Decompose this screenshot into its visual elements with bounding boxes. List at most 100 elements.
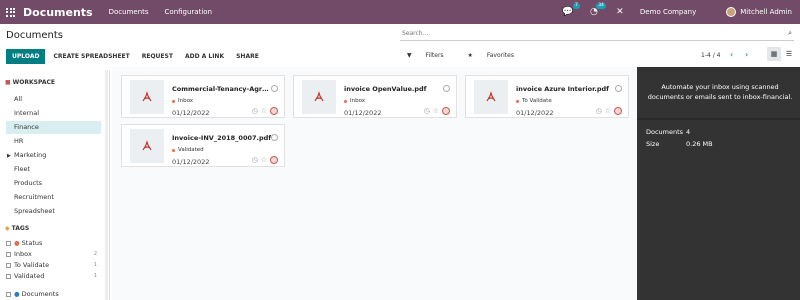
tag-item-to-validate[interactable]: To Validate 1 — [6, 260, 101, 271]
sidebar-scrollbar[interactable] — [105, 70, 108, 300]
select-radio[interactable] — [615, 85, 622, 92]
document-tag: Inbox — [172, 98, 193, 104]
workspace-header: ■ WORKSPACE — [5, 79, 55, 86]
owner-avatar[interactable] — [270, 156, 278, 164]
clock-icon[interactable]: ◷ — [252, 156, 258, 164]
star-icon: ★ — [467, 52, 473, 59]
pdf-icon — [314, 91, 324, 102]
tag-icon: ◆ — [5, 225, 10, 232]
documents-count-row: Documents 4 — [646, 128, 691, 136]
star-icon[interactable]: ☆ — [605, 107, 611, 115]
activity-icon[interactable]: ◔ 34 — [588, 3, 606, 18]
document-tag: Inbox — [344, 98, 365, 104]
search-bar: ⌕ — [400, 27, 794, 41]
star-icon[interactable]: ☆ — [433, 107, 439, 115]
debug-icon[interactable]: ✕ — [614, 6, 626, 18]
menu-configuration[interactable]: Configuration — [165, 8, 212, 16]
workspace-sidebar: ■ WORKSPACE All Internal Finance HR ▶ Mar… — [0, 70, 110, 300]
documents-checkbox[interactable] — [6, 292, 11, 297]
filter-icon: ▼ — [407, 52, 412, 59]
favorites-button[interactable]: ★ Favorites — [468, 52, 526, 59]
divider — [637, 118, 800, 120]
search-input[interactable] — [400, 30, 789, 37]
top-navbar: Documents Documents Configuration 💬 7 ◔ 34… — [0, 0, 800, 24]
dot-icon: ● — [14, 290, 20, 298]
pager-previous-icon[interactable]: ‹ — [730, 50, 733, 59]
clock-icon[interactable]: ◷ — [596, 107, 602, 115]
share-button[interactable]: SHARE — [236, 53, 259, 60]
app-menu-icon[interactable] — [6, 7, 16, 17]
status-checkbox[interactable] — [6, 241, 11, 246]
document-name: Invoice-INV_2018_0007.pdf — [172, 134, 272, 142]
document-thumbnail[interactable] — [302, 80, 336, 114]
size-row: Size 0.26 MB — [646, 140, 713, 148]
pager-value[interactable]: 1-4 / 4 — [701, 52, 720, 59]
document-name: Commercial-Tenancy-Agreem... — [172, 85, 272, 93]
document-name: invoice OpenValue.pdf — [344, 85, 427, 93]
document-name: invoice Azure Interior.pdf — [516, 85, 609, 93]
document-thumbnail[interactable] — [474, 80, 508, 114]
document-card[interactable]: Invoice-INV_2018_0007.pdf Validated 01/1… — [121, 124, 285, 167]
pdf-icon — [142, 91, 152, 102]
document-card[interactable]: invoice Azure Interior.pdf To Validate 0… — [465, 75, 629, 118]
tag-group-documents[interactable]: ● Documents — [6, 289, 101, 300]
document-card[interactable]: Commercial-Tenancy-Agreem... Inbox 01/12… — [121, 75, 285, 118]
owner-avatar[interactable] — [270, 107, 278, 115]
search-icon[interactable]: ⌕ — [788, 29, 792, 38]
company-switcher[interactable]: Demo Company — [640, 8, 696, 16]
tag-group-status[interactable]: ● Status — [6, 238, 101, 249]
dot-icon: ● — [14, 239, 20, 247]
workspace-item-internal[interactable]: Internal — [6, 107, 101, 120]
app-title[interactable]: Documents — [23, 6, 93, 19]
add-link-button[interactable]: ADD A LINK — [185, 53, 224, 60]
upload-button[interactable]: UPLOAD — [6, 49, 46, 64]
to-validate-checkbox[interactable] — [6, 263, 11, 268]
request-button[interactable]: REQUEST — [142, 53, 173, 60]
workspace-item-fleet[interactable]: Fleet — [6, 163, 101, 176]
workspace-item-hr[interactable]: HR — [6, 135, 101, 148]
workspace-item-recruitment[interactable]: Recruitment — [6, 191, 101, 204]
inbox-checkbox[interactable] — [6, 252, 11, 257]
document-date: 01/12/2022 — [344, 109, 382, 117]
star-icon[interactable]: ☆ — [261, 107, 267, 115]
document-thumbnail[interactable] — [130, 80, 164, 114]
breadcrumb: Documents — [6, 30, 64, 41]
document-tag: To Validate — [516, 98, 552, 104]
kanban-view-icon[interactable]: ▦ — [767, 47, 781, 61]
user-avatar[interactable] — [726, 7, 737, 17]
folder-icon: ■ — [5, 79, 11, 86]
document-card[interactable]: invoice OpenValue.pdf Inbox 01/12/2022 ◷… — [293, 75, 457, 118]
chat-icon[interactable]: 💬 7 — [562, 3, 580, 18]
clock-icon[interactable]: ◷ — [252, 107, 258, 115]
document-thumbnail[interactable] — [130, 129, 164, 163]
list-view-icon[interactable]: ☰ — [782, 47, 796, 61]
select-radio[interactable] — [271, 134, 278, 141]
owner-avatar[interactable] — [614, 107, 622, 115]
document-inspector: Automate your inbox using scanned docume… — [637, 67, 800, 300]
workspace-item-spreadsheet[interactable]: Spreadsheet — [6, 205, 101, 218]
search-options: ▼ Filters ★ Favorites — [407, 52, 538, 59]
owner-avatar[interactable] — [442, 107, 450, 115]
create-spreadsheet-button[interactable]: CREATE SPREADSHEET — [53, 53, 129, 60]
workspace-item-finance[interactable]: Finance — [6, 121, 101, 134]
tags-header: ◆ TAGS — [5, 225, 30, 232]
tag-item-inbox[interactable]: Inbox 2 — [6, 249, 101, 260]
pager-next-icon[interactable]: › — [745, 50, 748, 59]
star-icon[interactable]: ☆ — [261, 156, 267, 164]
pdf-icon — [142, 140, 152, 151]
documents-kanban: Commercial-Tenancy-Agreem... Inbox 01/12… — [112, 67, 637, 300]
clock-icon[interactable]: ◷ — [424, 107, 430, 115]
inbox-hint: Automate your inbox using scanned docume… — [647, 83, 793, 101]
workspace-item-all[interactable]: All — [6, 93, 101, 106]
document-date: 01/12/2022 — [172, 109, 210, 117]
workspace-item-products[interactable]: Products — [6, 177, 101, 190]
user-menu[interactable]: Mitchell Admin — [740, 8, 792, 16]
tag-item-validated[interactable]: Validated 1 — [6, 271, 101, 282]
filters-button[interactable]: ▼ Filters — [407, 52, 456, 59]
validated-checkbox[interactable] — [6, 274, 11, 279]
pdf-icon — [486, 91, 496, 102]
menu-documents[interactable]: Documents — [109, 8, 149, 16]
select-radio[interactable] — [443, 85, 450, 92]
workspace-item-marketing[interactable]: Marketing — [6, 149, 101, 162]
select-radio[interactable] — [271, 85, 278, 92]
